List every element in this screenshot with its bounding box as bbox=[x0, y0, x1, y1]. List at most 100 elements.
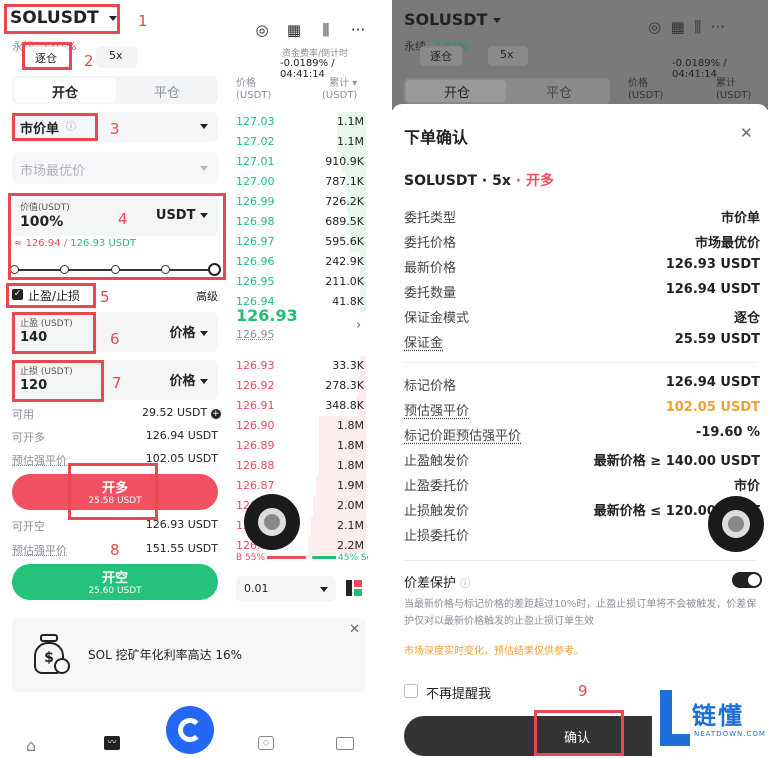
chevron-right-icon[interactable]: › bbox=[356, 318, 361, 333]
summary-side: 开多 bbox=[525, 173, 554, 189]
sl-price-type-select[interactable]: 价格 bbox=[169, 370, 208, 389]
spread-protection-toggle[interactable] bbox=[732, 572, 762, 588]
book-total-header[interactable]: 累计 ▾ (USDT) bbox=[322, 78, 357, 102]
close-icon[interactable]: ✕ bbox=[740, 124, 753, 142]
tab-close[interactable]: 平仓 bbox=[116, 78, 216, 102]
book-qty: 2.2M bbox=[337, 539, 364, 552]
tab-open[interactable]: 开仓 bbox=[14, 78, 116, 102]
book-row[interactable]: 126.96 242.9K bbox=[236, 252, 366, 272]
candle-icon[interactable]: ⫼ bbox=[316, 20, 336, 40]
book-row[interactable]: 126.92 278.3K bbox=[236, 376, 366, 396]
book-qty: 242.9K bbox=[325, 255, 364, 268]
book-qty: 2.1M bbox=[337, 519, 364, 532]
open-short-label: 开空 bbox=[101, 571, 128, 586]
annotation-5: 5 bbox=[100, 288, 110, 306]
home-icon[interactable]: ⌂ bbox=[26, 736, 36, 755]
book-row[interactable]: 126.90 1.8M bbox=[236, 416, 366, 436]
available-label: 可用 bbox=[12, 408, 34, 421]
detail-row: 委托价格 市场最优价 bbox=[404, 229, 760, 251]
bell-icon[interactable]: ◎ bbox=[252, 20, 272, 40]
add-icon[interactable]: + bbox=[210, 409, 221, 419]
book-price-unit: (USDT) bbox=[236, 90, 272, 101]
detail-key: 止盈委托价 bbox=[404, 479, 470, 494]
detail-key: 委托价格 bbox=[404, 236, 457, 251]
book-price-header: 价格 (USDT) bbox=[236, 78, 271, 102]
detail-value: 102.05 USDT bbox=[665, 400, 760, 415]
tp-price-type-select[interactable]: 价格 bbox=[169, 322, 208, 341]
book-row[interactable]: 126.89 1.8M bbox=[236, 436, 366, 456]
divider bbox=[404, 362, 756, 363]
chevron-down-icon bbox=[200, 379, 208, 384]
open-short-button[interactable]: 开空 25.60 USDT bbox=[12, 564, 218, 600]
info-icon[interactable]: ⓘ bbox=[460, 579, 470, 590]
precision-value: 0.01 bbox=[244, 582, 269, 595]
book-row[interactable]: 127.00 787.1K bbox=[236, 172, 366, 192]
book-qty: 1.1M bbox=[337, 115, 364, 128]
book-layout-icon[interactable] bbox=[346, 580, 362, 596]
can-long-label: 可开多 bbox=[12, 431, 45, 444]
book-price: 126.93 bbox=[236, 359, 275, 372]
summary-leverage: 5x bbox=[492, 173, 511, 189]
close-icon[interactable]: ✕ bbox=[349, 622, 360, 637]
order-summary: SOLUSDT · 5x · 开多 bbox=[404, 173, 554, 189]
book-row[interactable]: 126.88 1.8M bbox=[236, 456, 366, 476]
bg-book-price: 价格 bbox=[628, 78, 648, 89]
detail-row: 标记价距预估强平价 -19.60 % bbox=[404, 422, 760, 444]
chevron-down-icon bbox=[200, 124, 208, 129]
detail-value: 市场最优价 bbox=[694, 236, 760, 251]
book-row[interactable]: 126.99 726.2K bbox=[236, 192, 366, 212]
book-price: 126.90 bbox=[236, 419, 275, 432]
precision-select[interactable]: 0.01 bbox=[236, 576, 336, 602]
liq-long-label: 预估强平价 bbox=[12, 454, 67, 467]
ratio-buy: B 55% bbox=[236, 553, 268, 563]
book-price-title: 价格 bbox=[236, 78, 256, 89]
book-qty: 211.0K bbox=[325, 275, 364, 288]
can-short-value: 126.93 USDT bbox=[145, 518, 218, 531]
book-row[interactable]: 126.93 33.3K bbox=[236, 356, 366, 376]
more-icon[interactable]: ··· bbox=[348, 20, 368, 40]
promo-banner[interactable]: $ SOL 挖矿年化利率高达 16% ✕ bbox=[12, 618, 366, 692]
trade-icon[interactable]: 〰 bbox=[104, 736, 120, 750]
book-row[interactable]: 126.98 689.5K bbox=[236, 212, 366, 232]
last-price: 126.93 bbox=[236, 306, 298, 325]
summary-symbol: SOLUSDT bbox=[404, 173, 478, 189]
sl-price-type: 价格 bbox=[169, 374, 196, 389]
watermark-logo bbox=[656, 690, 692, 752]
annotation-box-1 bbox=[4, 4, 120, 34]
floating-bubble[interactable] bbox=[708, 496, 764, 552]
book-price: 126.91 bbox=[236, 399, 275, 412]
floating-bubble[interactable] bbox=[244, 494, 300, 550]
detail-row: 委托数量 126.94 USDT bbox=[404, 279, 760, 301]
book-price: 126.99 bbox=[236, 195, 275, 208]
book-row[interactable]: 127.02 1.1M bbox=[236, 132, 366, 152]
book-price: 127.02 bbox=[236, 135, 275, 148]
book-row[interactable]: 126.95 211.0K bbox=[236, 272, 366, 292]
modal-title: 下单确认 bbox=[404, 128, 469, 147]
can-short-label: 可开空 bbox=[12, 520, 45, 533]
book-row[interactable]: 126.87 1.9M bbox=[236, 476, 366, 496]
center-logo-button[interactable] bbox=[166, 706, 214, 754]
annotation-box-7 bbox=[12, 360, 104, 402]
annotation-box-long bbox=[68, 463, 158, 520]
no-remind-checkbox[interactable] bbox=[404, 684, 418, 698]
open-short-sub: 25.60 USDT bbox=[88, 586, 142, 596]
liq-short-value: 151.55 USDT bbox=[145, 542, 218, 555]
card-icon[interactable]: ▦ bbox=[284, 20, 304, 40]
leverage-button[interactable]: 5x bbox=[96, 46, 138, 68]
wallet-icon[interactable] bbox=[336, 737, 354, 750]
book-row[interactable]: 126.97 595.6K bbox=[236, 232, 366, 252]
no-remind-label: 不再提醒我 bbox=[426, 687, 492, 702]
book-price: 126.98 bbox=[236, 215, 275, 228]
chevron-down-icon bbox=[200, 166, 208, 171]
detail-row: 保证金 25.59 USDT bbox=[404, 329, 760, 351]
money-bag-icon: $ bbox=[30, 632, 70, 676]
detail-row: 止盈触发价 最新价格 ≥ 140.00 USDT bbox=[404, 447, 760, 469]
book-total-title: 累计 bbox=[329, 78, 350, 89]
book-row[interactable]: 127.01 910.9K bbox=[236, 152, 366, 172]
advanced-link[interactable]: 高级 bbox=[196, 288, 218, 304]
market-depth-warning: 市场深度实时变化，预估结果仅供参考。 bbox=[404, 646, 584, 657]
detail-row: 最新价格 126.93 USDT bbox=[404, 254, 760, 276]
earn-icon[interactable]: ◇ bbox=[258, 736, 274, 750]
book-row[interactable]: 127.03 1.1M bbox=[236, 112, 366, 132]
book-row[interactable]: 126.91 348.8K bbox=[236, 396, 366, 416]
